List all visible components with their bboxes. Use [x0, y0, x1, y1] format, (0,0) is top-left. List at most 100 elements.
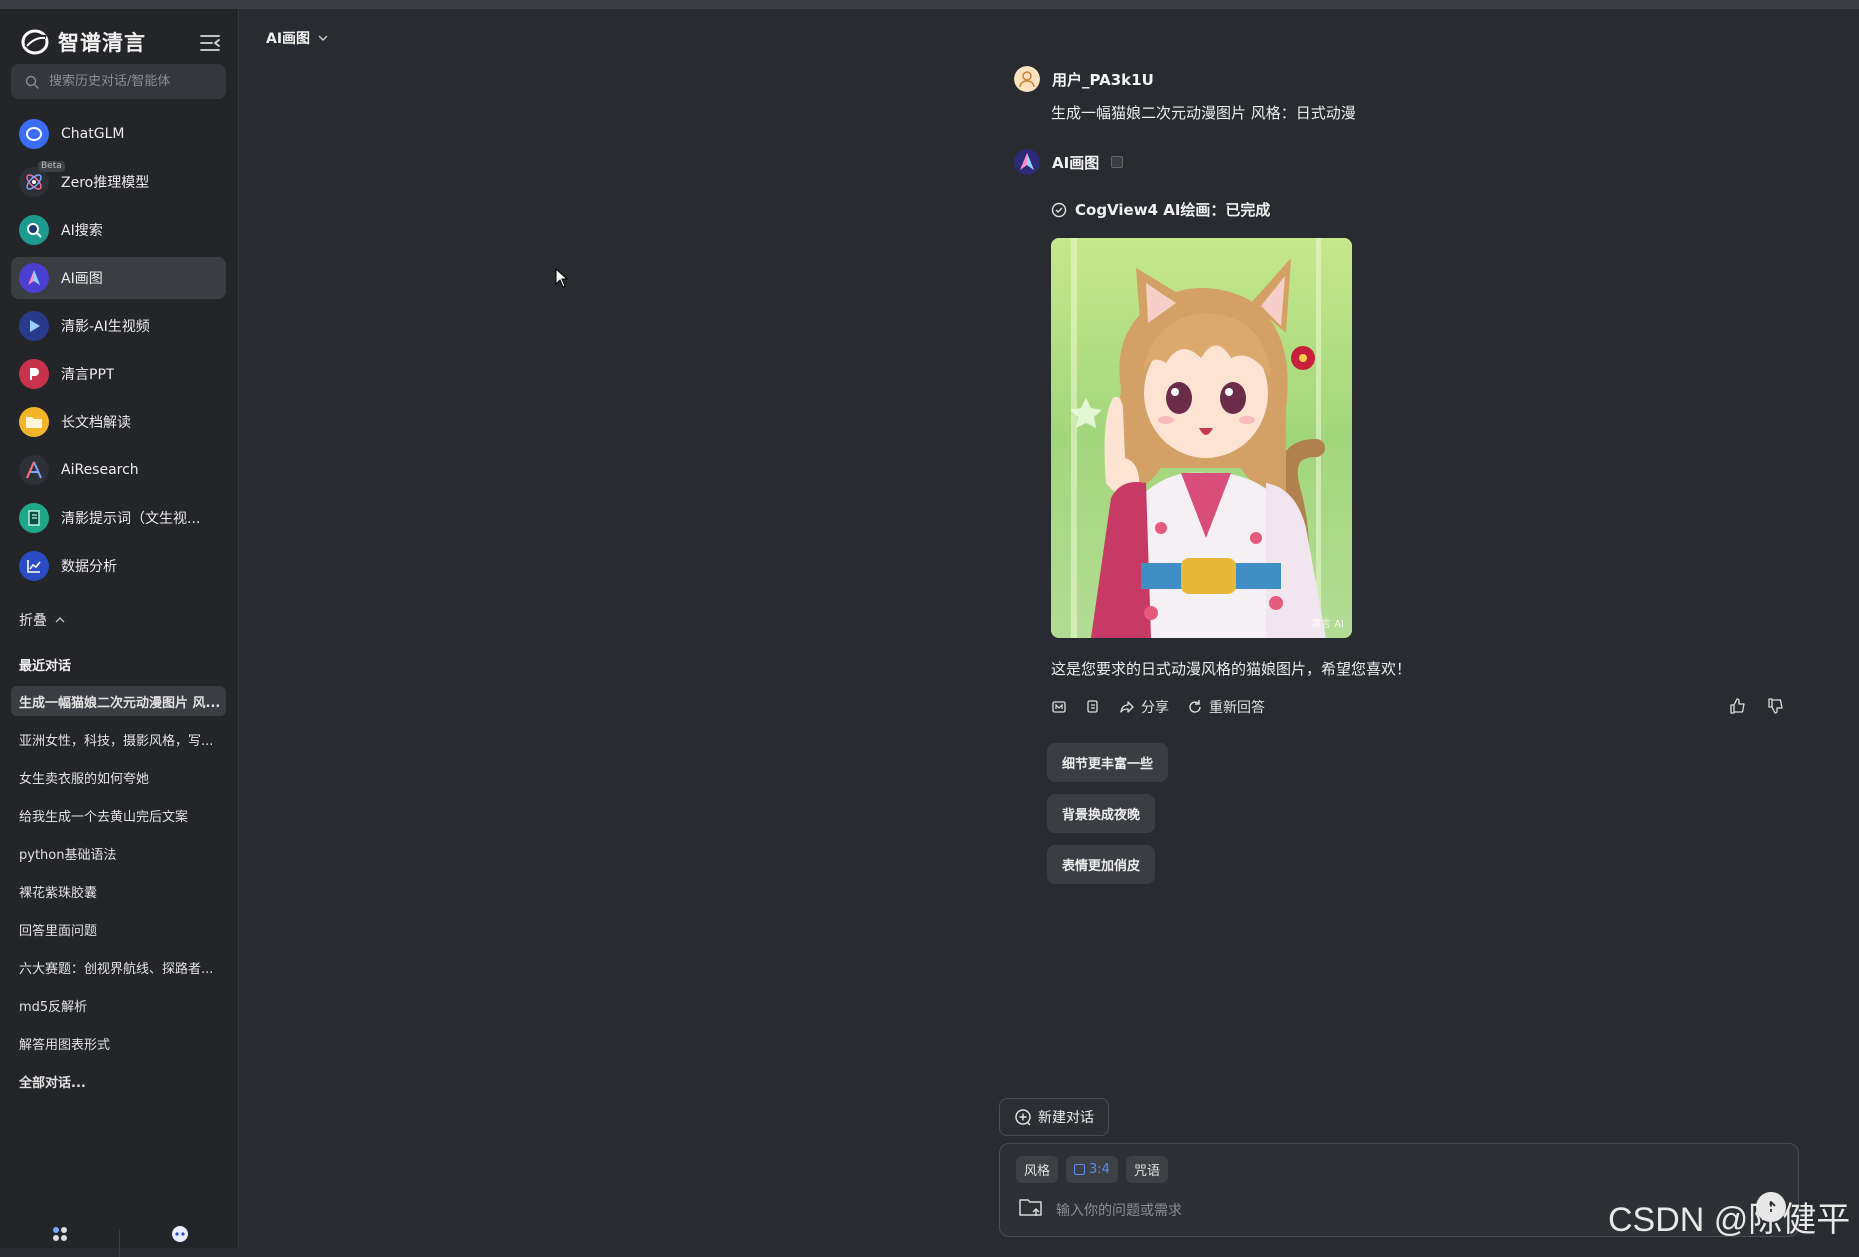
ppt-icon	[19, 359, 49, 389]
ai-message: AI画图 CogView4 AI绘画：已完成 清言 AI 这是您要求的日式动漫风…	[1014, 149, 1784, 884]
generation-status: CogView4 AI绘画：已完成	[1051, 199, 1784, 220]
sidebar-item-video-prompt[interactable]: 清影提示词（文生视...	[11, 497, 226, 539]
recent-conversations-title: 最近对话	[19, 659, 72, 674]
history-item[interactable]: 亚洲女性，科技，摄影风格，写...	[11, 724, 226, 754]
share-button[interactable]: 分享	[1119, 697, 1169, 717]
spell-tag-label: 咒语	[1133, 1164, 1160, 1179]
page-title: AI画图	[266, 31, 311, 47]
history-item-label: 生成一幅猫娘二次元动漫图片 风...	[19, 695, 221, 711]
sidebar-item-data-analysis[interactable]: 数据分析	[11, 545, 226, 587]
history-item-label: 六大赛题：创视界航线、探路者...	[19, 961, 214, 977]
user-avatar-icon[interactable]	[1014, 66, 1040, 92]
aspect-ratio-icon	[1074, 1164, 1086, 1175]
status-text: CogView4 AI绘画：已完成	[1075, 201, 1271, 219]
agent-create-button[interactable]	[120, 1219, 239, 1257]
history-search[interactable]	[11, 64, 226, 99]
feedback-buttons	[1729, 697, 1785, 715]
prompt-book-icon	[19, 503, 49, 533]
ai-generated-badge-icon	[1111, 156, 1124, 168]
share-icon	[1120, 701, 1134, 713]
search-input[interactable]	[49, 74, 219, 89]
chevron-down-icon	[318, 35, 328, 41]
agent-title-dropdown[interactable]: AI画图	[266, 28, 328, 48]
history-list: 生成一幅猫娘二次元动漫图片 风... 亚洲女性，科技，摄影风格，写... 女生卖…	[11, 686, 226, 1104]
collapse-sidebar-icon[interactable]	[198, 31, 222, 55]
sidebar-item-label: AI画图	[61, 271, 103, 287]
suggestion-chip[interactable]: 背景换成夜晚	[1047, 794, 1156, 833]
all-conversations-link[interactable]: 全部对话...	[11, 1066, 226, 1096]
sidebar-item-chatglm[interactable]: ChatGLM	[11, 113, 226, 155]
copy-button[interactable]	[1085, 699, 1101, 715]
history-item-label: python基础语法	[19, 847, 117, 863]
markdown-button[interactable]	[1051, 699, 1067, 715]
robot-icon	[171, 1226, 188, 1242]
check-circle-icon	[1051, 202, 1067, 217]
thumbs-up-icon[interactable]	[1729, 697, 1747, 715]
style-tag[interactable]: 风格	[1016, 1156, 1059, 1183]
research-a-icon	[19, 455, 49, 485]
thumbs-down-icon[interactable]	[1767, 697, 1785, 715]
sidebar-item-airesearch[interactable]: AiResearch	[11, 449, 226, 491]
ai-draw-avatar-icon	[1014, 149, 1040, 175]
suggestion-chip[interactable]: 表情更加俏皮	[1047, 845, 1156, 884]
agent-center-button[interactable]	[0, 1219, 119, 1257]
history-item[interactable]: 给我生成一个去黄山完后文案	[11, 800, 226, 830]
search-icon	[25, 75, 39, 89]
user-message-text: 生成一幅猫娘二次元动漫图片 风格：日式动漫	[1051, 104, 1356, 122]
sidebar-item-label: 清影提示词（文生视...	[61, 511, 201, 527]
sidebar-item-label: 清影-AI生视频	[61, 319, 150, 335]
sidebar-item-label: Zero推理模型	[61, 175, 150, 191]
folder-icon	[19, 407, 49, 437]
app-logo[interactable]: 智谱清言	[20, 25, 146, 59]
history-item[interactable]: md5反解析	[11, 990, 226, 1020]
sidebar-item-label: AiResearch	[61, 462, 139, 478]
sidebar-item-zero-reasoning[interactable]: Beta Zero推理模型	[11, 161, 226, 203]
ai-draw-icon	[19, 263, 49, 293]
history-item-label: 女生卖衣服的如何夸她	[19, 771, 150, 787]
generated-image[interactable]: 清言 AI	[1051, 238, 1352, 638]
beta-badge: Beta	[38, 161, 65, 172]
style-tag-label: 风格	[1024, 1164, 1051, 1179]
catgirl-illustration	[1051, 238, 1352, 638]
fold-toggle[interactable]: 折叠	[19, 610, 65, 630]
suggestion-chip[interactable]: 细节更丰富一些	[1047, 743, 1169, 782]
history-item[interactable]: 裸花紫珠胶囊	[11, 876, 226, 906]
new-chat-button[interactable]: 新建对话	[999, 1098, 1109, 1136]
sidebar-item-ai-video[interactable]: 清影-AI生视频	[11, 305, 226, 347]
sidebar-item-label: 长文档解读	[61, 415, 131, 431]
sidebar: 智谱清言 ChatGLM Beta Ze	[0, 9, 239, 1257]
upload-folder-icon[interactable]	[1018, 1196, 1044, 1218]
copy-icon	[1087, 700, 1098, 713]
regenerate-button[interactable]: 重新回答	[1187, 697, 1265, 717]
ratio-tag[interactable]: 3:4	[1066, 1156, 1118, 1183]
history-item[interactable]: 解答用图表形式	[11, 1028, 226, 1058]
sidebar-item-ai-draw[interactable]: AI画图	[11, 257, 226, 299]
sidebar-item-long-doc[interactable]: 长文档解读	[11, 401, 226, 443]
history-item-label: 解答用图表形式	[19, 1037, 111, 1053]
history-item[interactable]: 生成一幅猫娘二次元动漫图片 风...	[11, 686, 226, 716]
sidebar-item-label: AI搜索	[61, 223, 103, 239]
sidebar-item-label: 清言PPT	[61, 367, 115, 383]
video-play-icon	[19, 311, 49, 341]
history-item[interactable]: 回答里面问题	[11, 914, 226, 944]
ratio-tag-label: 3:4	[1089, 1162, 1110, 1177]
spell-tag[interactable]: 咒语	[1125, 1156, 1168, 1183]
new-chat-icon	[1015, 1109, 1031, 1126]
app-logo-text: 智谱清言	[58, 31, 146, 55]
sidebar-item-ppt[interactable]: 清言PPT	[11, 353, 226, 395]
markdown-icon	[1052, 701, 1066, 713]
user-message: 用户_PA3k1U 生成一幅猫娘二次元动漫图片 风格：日式动漫	[1014, 66, 1356, 123]
ai-reply-text: 这是您要求的日式动漫风格的猫娘图片，希望您喜欢！	[1051, 660, 1412, 678]
sidebar-item-label: ChatGLM	[61, 126, 125, 142]
image-watermark: 清言 AI	[1311, 619, 1344, 630]
chatglm-icon	[19, 119, 49, 149]
ai-search-icon	[19, 215, 49, 245]
prompt-input[interactable]	[1056, 1199, 1676, 1223]
message-actions: 分享 重新回答	[1051, 697, 1785, 717]
history-item[interactable]: 女生卖衣服的如何夸她	[11, 762, 226, 792]
mouse-cursor-icon	[555, 268, 569, 288]
history-item[interactable]: python基础语法	[11, 838, 226, 868]
history-item[interactable]: 六大赛题：创视界航线、探路者...	[11, 952, 226, 982]
sidebar-item-ai-search[interactable]: AI搜索	[11, 209, 226, 251]
ai-name: AI画图	[1052, 153, 1100, 172]
